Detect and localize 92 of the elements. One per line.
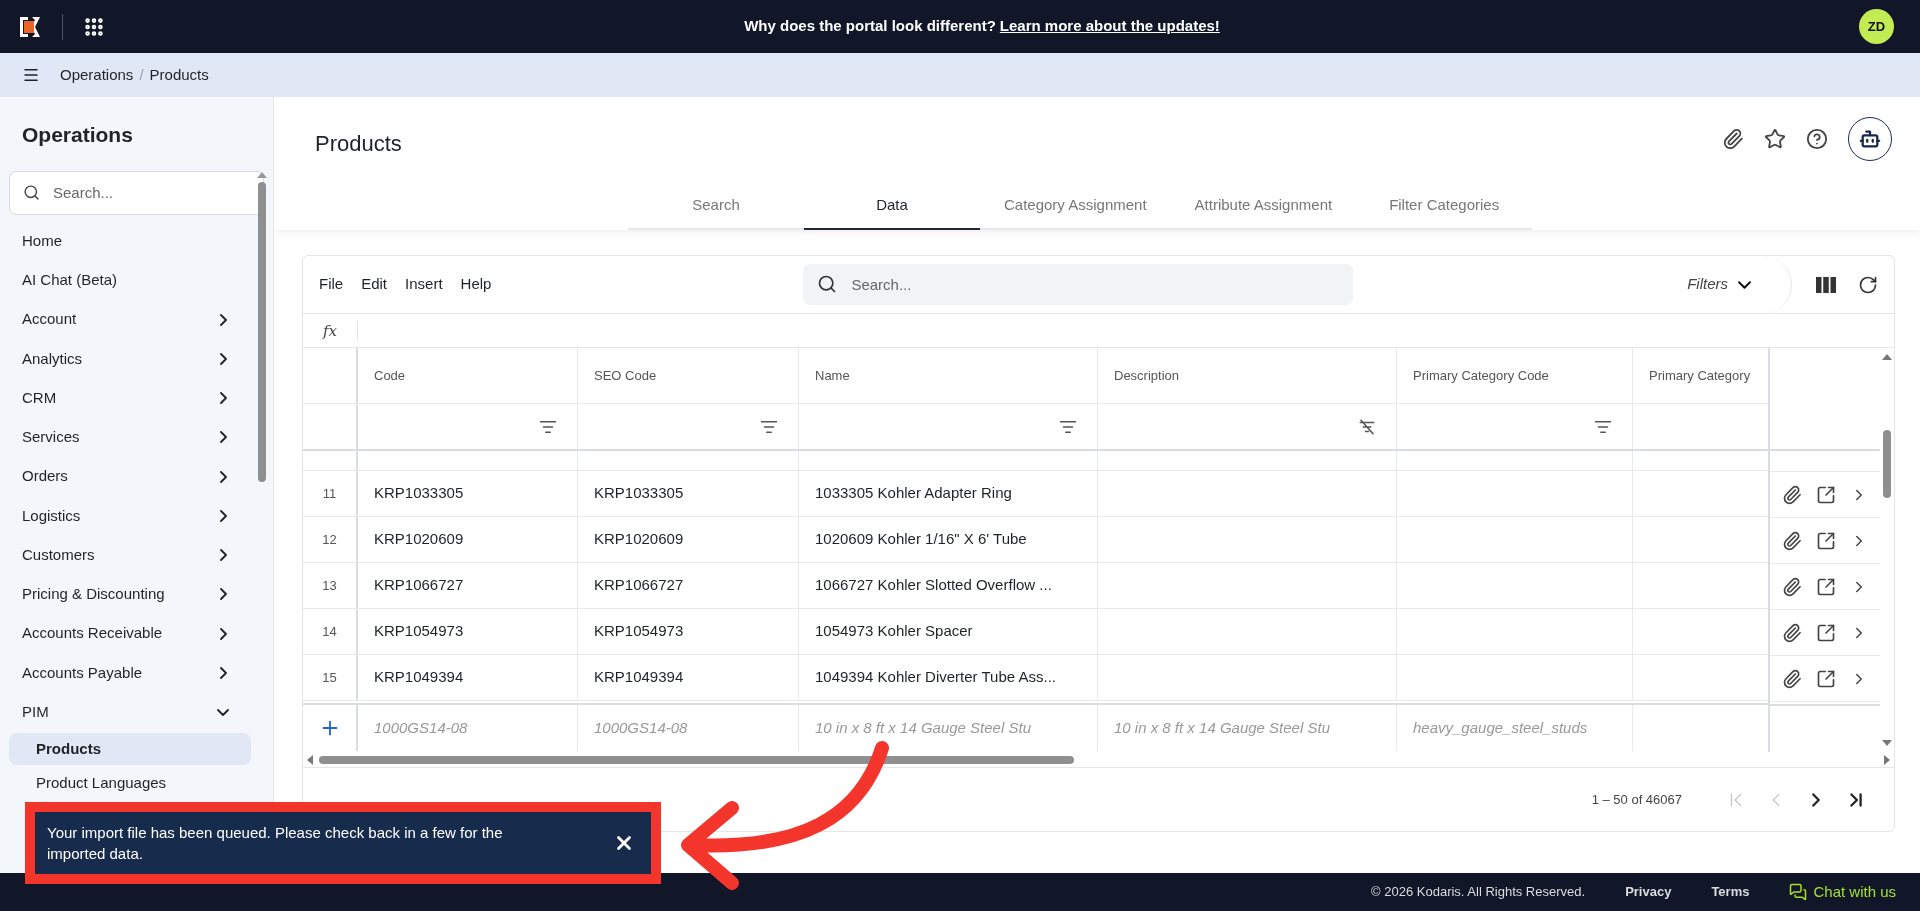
menu-item[interactable]: Help xyxy=(460,273,492,296)
row-number: 15 xyxy=(303,655,358,700)
formula-label: fx xyxy=(303,320,358,341)
row-number: 12 xyxy=(303,517,358,562)
table-cell-text: 1054973 Kohler Spacer xyxy=(815,621,973,642)
table-cell-text: KRP1033305 xyxy=(374,483,464,504)
search-icon xyxy=(23,183,40,201)
banner-text: Why does the portal look different? xyxy=(744,16,996,37)
tab[interactable]: Search xyxy=(628,182,804,230)
apps-grid-icon[interactable] xyxy=(83,15,105,38)
filter-off-icon[interactable] xyxy=(1358,417,1376,436)
table-cell-text: KRP1049394 xyxy=(374,667,464,688)
column-header[interactable]: Primary Category Code xyxy=(1397,348,1633,403)
sidebar-item[interactable]: AI Chat (Beta) xyxy=(0,260,273,300)
row-number: 14 xyxy=(303,609,358,654)
table-cell-text: 1066727 Kohler Slotted Overflow ... xyxy=(815,575,1052,596)
sidebar-search-field[interactable]: Search... xyxy=(9,170,264,215)
pager-range: 1 – 50 of 46067 xyxy=(1591,790,1682,809)
row-number: 13 xyxy=(303,563,358,608)
robot-icon xyxy=(1859,128,1881,150)
chat-button[interactable]: Chat with us xyxy=(1789,880,1896,904)
menu-item[interactable]: Edit xyxy=(361,273,388,296)
column-header[interactable]: Description xyxy=(1098,348,1397,403)
tab[interactable]: Attribute Assignment xyxy=(1170,182,1357,230)
search-icon xyxy=(817,274,838,294)
refresh-icon[interactable] xyxy=(1858,274,1878,295)
breadcrumb-link[interactable]: Operations xyxy=(60,63,134,87)
sidebar-item[interactable]: PIM xyxy=(0,692,273,732)
column-header[interactable]: Code xyxy=(358,348,578,403)
open-link-icon[interactable] xyxy=(1816,484,1836,505)
table-cell-text: 1033305 Kohler Adapter Ring xyxy=(815,483,1012,504)
help-icon[interactable] xyxy=(1806,128,1828,150)
user-avatar[interactable]: ZD xyxy=(1859,9,1894,44)
table-cell-text: KRP1066727 xyxy=(594,575,684,596)
sidebar-item[interactable]: Analytics xyxy=(0,339,273,379)
grid-search-field[interactable]: Search... xyxy=(803,264,1354,305)
column-header[interactable]: Primary Category xyxy=(1633,348,1768,403)
table-cell-text: KRP1054973 xyxy=(594,621,684,642)
banner-link[interactable]: Learn more about the updates! xyxy=(999,15,1220,38)
tab[interactable]: Data xyxy=(804,182,980,230)
sidebar-subitem[interactable]: Products xyxy=(9,732,251,765)
row-number: 11 xyxy=(303,471,358,516)
table-cell-text: 1020609 Kohler 1/16" X 6' Tube xyxy=(815,529,1027,550)
paperclip-icon[interactable] xyxy=(1782,484,1802,505)
column-header[interactable]: Name xyxy=(799,348,1098,403)
sidebar-item[interactable]: Account xyxy=(0,300,273,340)
sidebar-item[interactable]: Accounts Receivable xyxy=(0,614,273,654)
paperclip-icon[interactable] xyxy=(1782,530,1802,551)
table-cell-text: 1049394 Kohler Diverter Tube Ass... xyxy=(815,667,1056,688)
star-icon[interactable] xyxy=(1764,128,1786,150)
paperclip-icon[interactable] xyxy=(1782,668,1802,689)
open-link-icon[interactable] xyxy=(1816,622,1836,643)
toast-message: Your import file has been queued. Please check back in a few for the imported data. xyxy=(47,823,504,864)
page-title: Products xyxy=(315,129,402,158)
sidebar-item[interactable]: Pricing & Discounting xyxy=(0,574,273,614)
sidebar-item[interactable]: Orders xyxy=(0,457,273,497)
table-cell-text: KRP1020609 xyxy=(374,529,464,550)
sidebar-item[interactable]: CRM xyxy=(0,378,273,418)
column-header[interactable]: SEO Code xyxy=(578,348,799,403)
sidebar-item[interactable]: Accounts Payable xyxy=(0,653,273,693)
sidebar-item[interactable]: Home xyxy=(0,221,273,261)
table-cell-text: KRP1066727 xyxy=(374,575,464,596)
paperclip-icon[interactable] xyxy=(1722,128,1744,150)
copyright-text: © 2026 Kodaris. All Rights Reserved. xyxy=(1371,883,1586,902)
filters-dropdown[interactable]: Filters xyxy=(1667,255,1792,314)
menu-item[interactable]: Insert xyxy=(405,273,443,296)
open-link-icon[interactable] xyxy=(1816,576,1836,597)
tab[interactable]: Filter Categories xyxy=(1356,182,1533,230)
footer-link[interactable]: Privacy xyxy=(1625,882,1672,902)
tab[interactable]: Category Assignment xyxy=(980,182,1171,230)
columns-icon[interactable] xyxy=(1816,276,1836,293)
sidebar-title: Operations xyxy=(21,122,134,148)
logo-icon xyxy=(18,14,42,39)
open-link-icon[interactable] xyxy=(1816,668,1836,689)
table-cell-text: KRP1033305 xyxy=(594,483,684,504)
table-cell-text: KRP1020609 xyxy=(594,529,684,550)
breadcrumb-separator: / xyxy=(139,64,144,85)
paperclip-icon[interactable] xyxy=(1782,576,1802,597)
paperclip-icon[interactable] xyxy=(1782,622,1802,643)
chat-bubbles-icon xyxy=(1789,883,1808,901)
menu-item[interactable]: File xyxy=(319,273,344,296)
table-cell-text: KRP1049394 xyxy=(594,667,684,688)
breadcrumb-link[interactable]: Products xyxy=(149,63,209,87)
chevron-down-icon xyxy=(1738,280,1751,289)
sidebar-item[interactable]: Logistics xyxy=(0,496,273,536)
footer-link[interactable]: Terms xyxy=(1711,882,1750,902)
menu-icon[interactable] xyxy=(22,66,40,84)
table-cell-text: KRP1054973 xyxy=(374,621,464,642)
sidebar-item[interactable]: Services xyxy=(0,417,273,457)
sidebar-subitem[interactable]: Product Languages xyxy=(9,766,251,799)
open-link-icon[interactable] xyxy=(1816,530,1836,551)
sidebar-item[interactable]: Customers xyxy=(0,535,273,575)
